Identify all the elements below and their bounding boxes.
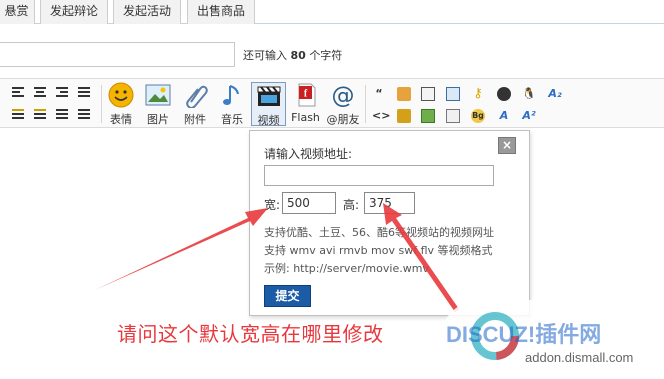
width-label: 宽:	[264, 198, 281, 212]
tab-activity[interactable]: 发起活动	[113, 0, 181, 24]
at-icon: @	[330, 82, 356, 108]
ordered-list-icon[interactable]	[56, 109, 68, 121]
toolbar-divider	[365, 85, 366, 123]
key-icon[interactable]: ⚷	[471, 87, 485, 101]
note-sites: 支持优酷、土豆、56、酷6等视频站的视频网址	[264, 226, 494, 239]
unordered-list-icon[interactable]	[78, 109, 90, 121]
flash-button[interactable]: f Flash	[289, 82, 322, 126]
paperclip-icon	[182, 82, 208, 108]
submit-button[interactable]: 提交	[264, 285, 311, 307]
watermark-brand: DISCUZ!插件网	[446, 322, 602, 347]
align-justify-icon[interactable]	[78, 87, 90, 99]
width-input[interactable]: 500	[282, 192, 336, 214]
table-icon[interactable]	[446, 87, 460, 101]
image-label: 图片	[147, 113, 169, 126]
frame-icon[interactable]	[446, 109, 460, 123]
superscript-icon[interactable]: A²	[522, 109, 536, 123]
close-icon[interactable]: ×	[498, 137, 516, 154]
quote-icon[interactable]: “	[372, 87, 386, 101]
music-label: 音乐	[221, 113, 243, 126]
video-clapper-icon	[256, 83, 282, 109]
smiley-icon	[108, 82, 134, 108]
flash-icon: f	[293, 82, 319, 108]
lock-icon[interactable]	[397, 109, 411, 123]
question-caption: 请问这个默认宽高在哪里修改	[117, 322, 384, 346]
char-count-hint: 还可输入 80 个字符	[243, 47, 342, 63]
align-center-icon[interactable]	[34, 87, 46, 99]
float-left-icon[interactable]	[12, 109, 24, 121]
tab-sell-goods[interactable]: 出售商品	[187, 0, 255, 24]
video-url-label: 请输入视频地址:	[264, 147, 353, 161]
video-button[interactable]: 视频	[251, 82, 286, 127]
qq-icon[interactable]: 🐧	[522, 87, 536, 101]
code-icon[interactable]: <>	[372, 109, 390, 123]
video-label: 视频	[257, 114, 280, 127]
flash-label: Flash	[291, 111, 320, 124]
height-label: 高:	[343, 198, 360, 212]
watermark-site: addon.dismall.com	[525, 350, 634, 365]
align-right-icon[interactable]	[56, 87, 68, 99]
note-example: 示例: http://server/movie.wmv	[264, 262, 429, 275]
music-note-icon	[219, 82, 245, 108]
tab-debate[interactable]: 发起辩论	[40, 0, 108, 24]
float-right-icon[interactable]	[34, 109, 46, 121]
music-button[interactable]: 音乐	[216, 82, 248, 126]
hide-icon[interactable]	[397, 87, 411, 101]
page-icon[interactable]	[421, 87, 435, 101]
hint-suffix: 个字符	[309, 49, 343, 62]
hint-prefix: 还可输入	[243, 49, 287, 62]
height-input[interactable]: 375	[364, 192, 415, 214]
image-icon	[145, 82, 171, 108]
font-a-icon[interactable]: A	[497, 109, 511, 123]
svg-text:@: @	[332, 83, 355, 108]
emoji-label: 表情	[110, 113, 132, 126]
note-formats: 支持 wmv avi rmvb mov swf flv 等视频格式	[264, 244, 493, 257]
editor-toolbar: 表情 图片 附件 音乐 视频 f Flash @ @朋友 “ <> ⚷ Bg A…	[0, 78, 664, 128]
attachment-label: 附件	[184, 113, 206, 126]
toolbar-divider	[101, 85, 102, 123]
attachment-button[interactable]: 附件	[179, 82, 211, 126]
emoji-button[interactable]: 表情	[105, 82, 137, 126]
mention-label: @朋友	[326, 113, 360, 126]
video-url-input[interactable]	[264, 165, 494, 186]
media-icon[interactable]	[497, 87, 511, 101]
mention-button[interactable]: @ @朋友	[325, 82, 361, 126]
image-box-icon[interactable]	[421, 109, 435, 123]
subject-input[interactable]	[0, 42, 235, 67]
post-type-tabs: 悬赏 发起辩论 发起活动 出售商品	[0, 0, 664, 24]
align-left-icon[interactable]	[12, 87, 24, 99]
image-button[interactable]: 图片	[142, 82, 174, 126]
tab-reward[interactable]: 悬赏	[0, 0, 35, 24]
subscript-icon[interactable]: A₂	[548, 87, 562, 101]
bg-icon[interactable]: Bg	[471, 109, 485, 123]
hint-count: 80	[290, 49, 306, 62]
